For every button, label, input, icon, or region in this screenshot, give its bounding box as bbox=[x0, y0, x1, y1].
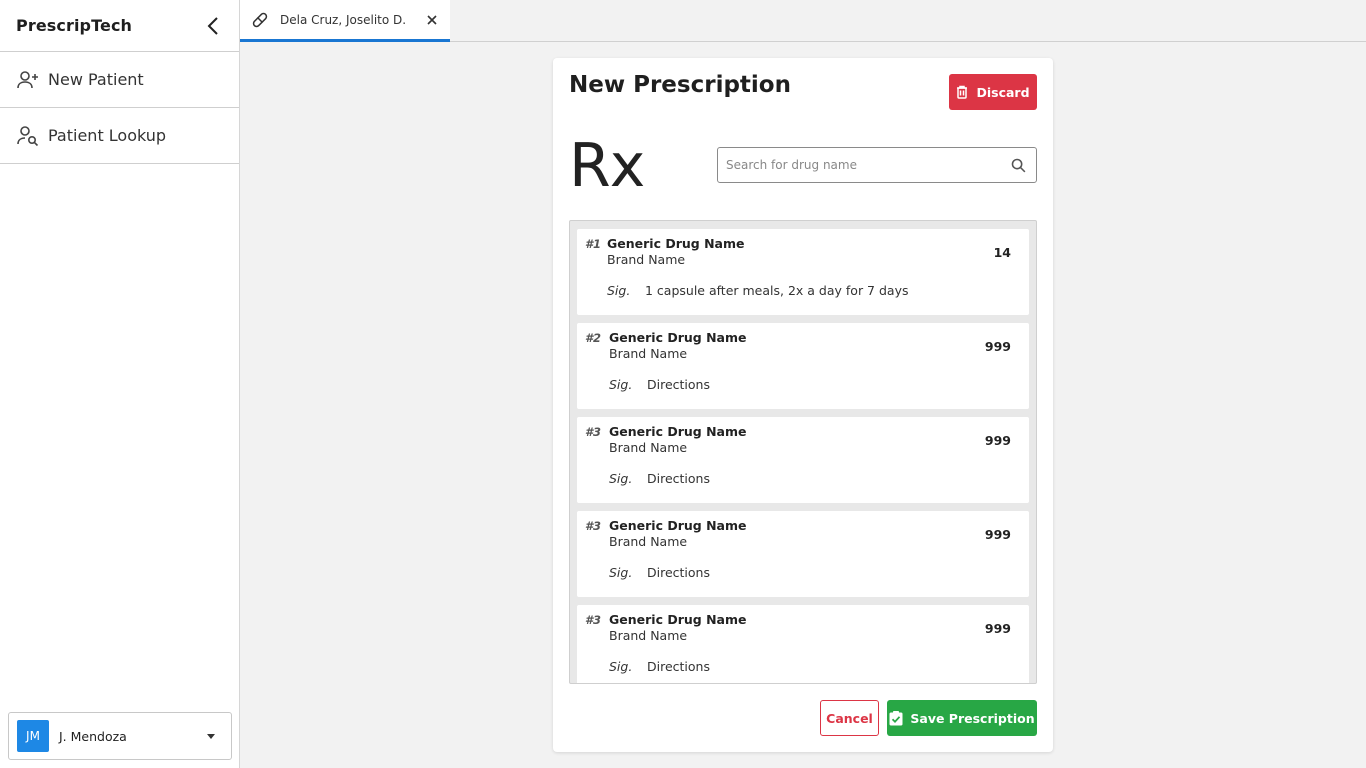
discard-button[interactable]: Discard bbox=[949, 74, 1037, 110]
save-label: Save Prescription bbox=[910, 710, 1035, 726]
sig-label: Sig. bbox=[609, 565, 633, 580]
clipboard-check-icon bbox=[889, 710, 903, 726]
close-tab-button[interactable] bbox=[424, 12, 440, 28]
sidebar-header: PrescripTech bbox=[0, 0, 239, 52]
brand-name: Brand Name bbox=[609, 440, 688, 455]
drug-search-input[interactable] bbox=[726, 158, 1008, 172]
search-icon[interactable] bbox=[1008, 155, 1028, 175]
save-prescription-button[interactable]: Save Prescription bbox=[887, 700, 1037, 736]
prescription-card: New Prescription Discard Rx #1 Generic D… bbox=[553, 58, 1053, 752]
item-number: #2 bbox=[585, 331, 602, 345]
brand-name: Brand Name bbox=[609, 534, 688, 549]
caret-down-icon bbox=[207, 733, 215, 739]
quantity: 999 bbox=[984, 339, 1011, 354]
tab-label: Dela Cruz, Joselito D. bbox=[280, 12, 407, 27]
generic-drug-name: Generic Drug Name bbox=[609, 424, 747, 439]
sidebar-item-new-patient[interactable]: New Patient bbox=[0, 52, 239, 108]
item-number: #3 bbox=[585, 613, 602, 627]
discard-label: Discard bbox=[976, 84, 1030, 100]
add-user-icon bbox=[16, 68, 40, 92]
sidebar: PrescripTech New Patient Patient Lookup … bbox=[0, 0, 240, 768]
brand-name: Brand Name bbox=[609, 346, 688, 361]
sidebar-item-patient-lookup[interactable]: Patient Lookup bbox=[0, 108, 239, 164]
sig-directions: Directions bbox=[647, 377, 710, 392]
prescription-item[interactable]: #2 Generic Drug Name Brand Name 999 Sig.… bbox=[577, 323, 1029, 409]
avatar: JM bbox=[17, 720, 49, 752]
user-search-icon bbox=[16, 124, 40, 148]
prescription-item[interactable]: #3 Generic Drug Name Brand Name 999 Sig.… bbox=[577, 417, 1029, 503]
sig-label: Sig. bbox=[609, 377, 633, 392]
quantity: 999 bbox=[984, 527, 1011, 542]
rx-symbol: Rx bbox=[569, 131, 645, 201]
sig-label: Sig. bbox=[607, 283, 631, 298]
sig-label: Sig. bbox=[609, 659, 633, 674]
trash-icon bbox=[956, 85, 968, 99]
item-number: #3 bbox=[585, 519, 602, 533]
pill-icon bbox=[250, 10, 270, 30]
tab-bar: Dela Cruz, Joselito D. bbox=[240, 0, 1366, 42]
generic-drug-name: Generic Drug Name bbox=[609, 612, 747, 627]
cancel-button[interactable]: Cancel bbox=[820, 700, 879, 736]
collapse-sidebar-button[interactable] bbox=[203, 16, 223, 36]
chevron-left-icon bbox=[207, 16, 218, 35]
quantity: 14 bbox=[993, 245, 1011, 260]
page-title: New Prescription bbox=[569, 72, 791, 98]
generic-drug-name: Generic Drug Name bbox=[607, 236, 745, 251]
sig-directions: 1 capsule after meals, 2x a day for 7 da… bbox=[645, 283, 909, 298]
quantity: 999 bbox=[984, 433, 1011, 448]
generic-drug-name: Generic Drug Name bbox=[609, 518, 747, 533]
prescription-item[interactable]: #3 Generic Drug Name Brand Name 999 Sig.… bbox=[577, 511, 1029, 597]
item-number: #1 bbox=[585, 237, 602, 251]
tab-patient[interactable]: Dela Cruz, Joselito D. bbox=[240, 0, 450, 42]
user-menu[interactable]: JM J. Mendoza bbox=[8, 712, 232, 760]
app-title: PrescripTech bbox=[16, 16, 133, 35]
quantity: 999 bbox=[984, 621, 1011, 636]
brand-name: Brand Name bbox=[607, 252, 686, 267]
drug-search bbox=[717, 147, 1037, 183]
sig-directions: Directions bbox=[647, 471, 710, 486]
brand-name: Brand Name bbox=[609, 628, 688, 643]
sidebar-item-label: Patient Lookup bbox=[48, 126, 167, 145]
sig-directions: Directions bbox=[647, 565, 710, 580]
prescription-item[interactable]: #3 Generic Drug Name Brand Name 999 Sig.… bbox=[577, 605, 1029, 683]
sidebar-item-label: New Patient bbox=[48, 70, 144, 89]
sig-label: Sig. bbox=[609, 471, 633, 486]
generic-drug-name: Generic Drug Name bbox=[609, 330, 747, 345]
prescription-item[interactable]: #1 Generic Drug Name Brand Name 14 Sig. … bbox=[577, 229, 1029, 315]
user-name: J. Mendoza bbox=[59, 728, 127, 744]
item-number: #3 bbox=[585, 425, 602, 439]
prescription-items-list[interactable]: #1 Generic Drug Name Brand Name 14 Sig. … bbox=[569, 220, 1037, 684]
close-icon bbox=[427, 14, 437, 25]
sig-directions: Directions bbox=[647, 659, 710, 674]
